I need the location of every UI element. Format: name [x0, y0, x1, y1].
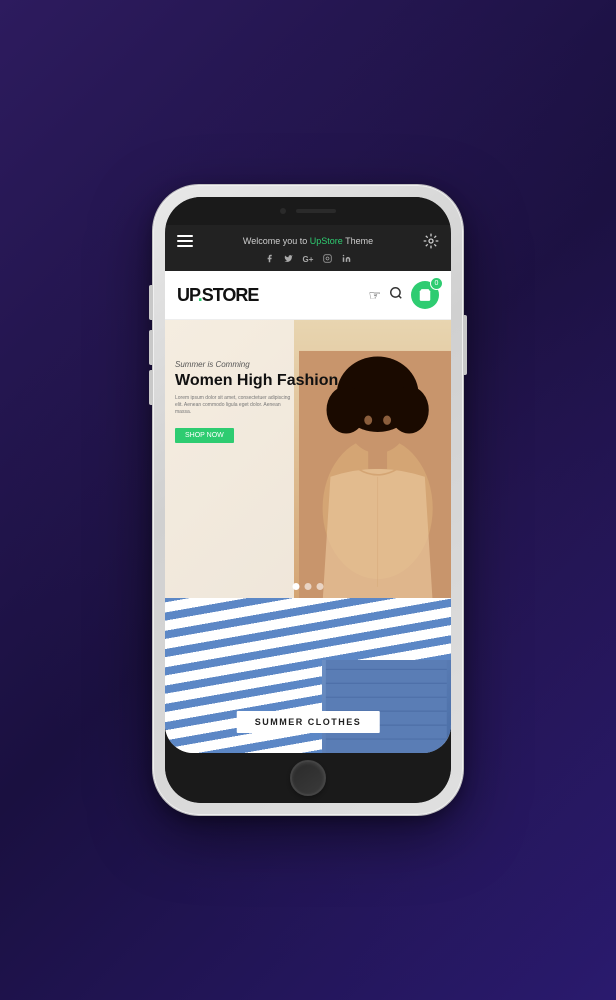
phone-top-bar [165, 197, 451, 225]
slide-dot-2[interactable] [305, 583, 312, 590]
linkedin-icon[interactable] [342, 254, 351, 265]
speaker-bar [296, 209, 336, 213]
hero-description: Lorem ipsum dolor sit amet, consectetuer… [175, 395, 295, 416]
search-icon[interactable] [389, 286, 403, 305]
phone-bottom [165, 753, 451, 803]
cart-icon [418, 288, 432, 302]
nav-welcome-text: Welcome you to UpStore Theme [193, 236, 423, 246]
store-logo: UP.STORE [177, 285, 258, 306]
hero-text-area: Summer is Comming Women High Fashion Lor… [175, 360, 338, 443]
top-nav-bar: Welcome you to UpStore Theme [165, 225, 451, 271]
cursor-icon: ☞ [368, 287, 381, 304]
slide-dot-3[interactable] [317, 583, 324, 590]
hero-banner: Summer is Comming Women High Fashion Lor… [165, 320, 451, 598]
cart-button[interactable]: 0 [411, 281, 439, 309]
denim-area [322, 660, 451, 753]
welcome-prefix: Welcome you to [243, 236, 310, 246]
hamburger-menu[interactable] [177, 235, 193, 247]
cart-count: 0 [435, 280, 439, 287]
hero-shop-button[interactable]: SHOP NOW [175, 428, 234, 443]
instagram-icon[interactable] [323, 254, 332, 265]
phone-mockup: Welcome you to UpStore Theme [153, 185, 463, 815]
logo-dot: . [198, 285, 202, 305]
slide-dot-1[interactable] [293, 583, 300, 590]
nav-row-main: Welcome you to UpStore Theme [177, 233, 439, 249]
welcome-suffix: Theme [343, 236, 373, 246]
hero-title: Women High Fashion [175, 372, 338, 390]
home-button[interactable] [290, 760, 326, 796]
social-links-row: G+ [177, 254, 439, 265]
camera-dot [280, 208, 286, 214]
hero-slide-dots [293, 583, 324, 590]
header-icons: ☞ 0 [368, 281, 439, 309]
gear-icon[interactable] [423, 233, 439, 249]
facebook-icon[interactable] [265, 254, 274, 265]
store-header: UP.STORE ☞ [165, 271, 451, 320]
phone-screen: Welcome you to UpStore Theme [165, 225, 451, 753]
hero-subtitle: Summer is Comming [175, 360, 338, 369]
cart-badge: 0 [430, 277, 443, 290]
denim-svg [322, 660, 451, 753]
googleplus-icon[interactable]: G+ [303, 255, 314, 264]
twitter-icon[interactable] [284, 254, 293, 265]
summer-clothes-label: SUMMER CLOTHES [237, 711, 380, 733]
brand-name: UpStore [310, 236, 343, 246]
summer-section: SUMMER CLOTHES [165, 598, 451, 753]
phone-inner: Welcome you to UpStore Theme [165, 197, 451, 803]
